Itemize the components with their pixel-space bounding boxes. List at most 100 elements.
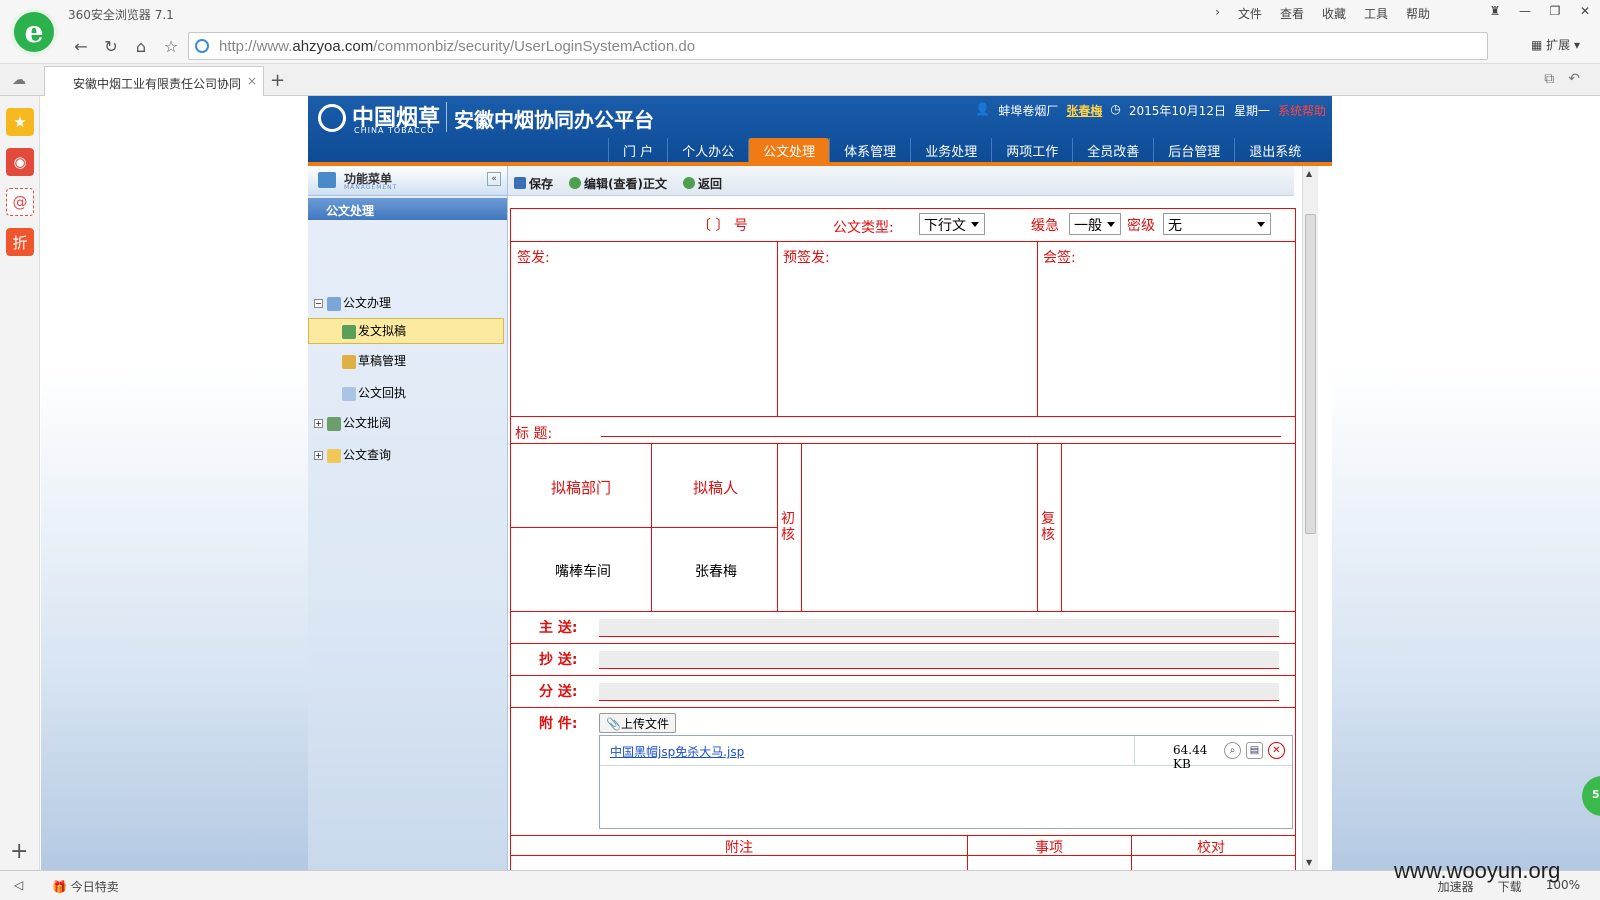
scroll-down-icon[interactable]: ▼ <box>1306 858 1312 867</box>
maximize-button[interactable]: ❐ <box>1540 0 1570 22</box>
collapse-icon[interactable]: − <box>314 299 323 308</box>
vertical-scrollbar[interactable]: ▲ ▼ <box>1302 166 1318 870</box>
tree-item-receipt[interactable]: 公文回执 <box>342 384 406 401</box>
favorites-icon[interactable]: ★ <box>6 108 34 136</box>
divider <box>1061 443 1062 611</box>
scroll-thumb[interactable] <box>1305 214 1316 534</box>
edit-body-button[interactable]: 编辑(查看)正文 <box>569 171 667 195</box>
copy-send-label: 抄 送: <box>539 652 578 668</box>
nav-personal[interactable]: 个人办公 <box>667 138 748 162</box>
undo-close-icon[interactable]: ↶ <box>1568 71 1580 87</box>
title-label: 标 题: <box>515 426 553 442</box>
restore-tabs-icon[interactable]: ⧉ <box>1544 71 1554 87</box>
menu-header: 功能菜单 MANAGEMENT « <box>308 166 507 196</box>
nav-business[interactable]: 业务处理 <box>910 138 991 162</box>
copy-send-input[interactable] <box>599 651 1279 669</box>
browser-title-bar: 360安全浏览器 7.1 › 文件 查看 收藏 工具 帮助 ♜ — ❐ ✕ <box>0 0 1600 28</box>
extensions-button[interactable]: ▦ 扩展 ▾ <box>1531 36 1580 53</box>
menu-section[interactable]: 公文处理 <box>308 198 507 220</box>
tobacco-logo-icon <box>318 102 346 132</box>
url-input[interactable]: http://www.ahzyoa.com/commonbiz/security… <box>188 32 1488 60</box>
save-icon <box>514 177 526 189</box>
browser-menu-view[interactable]: 查看 <box>1280 5 1304 22</box>
tree-group-review[interactable]: + 公文批阅 <box>314 414 391 431</box>
nav-system[interactable]: 体系管理 <box>829 138 910 162</box>
nav-two-works[interactable]: 两项工作 <box>991 138 1072 162</box>
tab-oa[interactable]: 安徽中烟工业有限责任公司协同 × <box>44 66 264 96</box>
folder-icon <box>327 448 341 463</box>
nav-portal[interactable]: 门 户 <box>608 138 667 162</box>
dist-send-input[interactable] <box>599 683 1279 701</box>
close-window-button[interactable]: ✕ <box>1570 0 1600 22</box>
tree-group-handling[interactable]: − 公文办理 <box>314 294 391 311</box>
url-text: http://www.ahzyoa.com/commonbiz/security… <box>219 38 696 55</box>
edit-icon <box>569 177 582 189</box>
browser-menu-arrow-icon[interactable]: › <box>1215 5 1220 22</box>
nav-logout[interactable]: 退出系统 <box>1234 138 1315 162</box>
draft-dept-value: 嘴棒车间 <box>555 564 611 580</box>
refresh-icon[interactable]: ↻ <box>98 34 124 58</box>
sidebar-add-icon[interactable]: + <box>10 839 28 864</box>
divider <box>777 241 778 417</box>
divider <box>1037 443 1038 611</box>
status-bar: ◁ 🎁 今日特卖 加速器 下载 100% <box>0 870 1600 900</box>
title-input[interactable] <box>601 421 1281 437</box>
divider <box>777 443 778 611</box>
help-link[interactable]: 系统帮助 <box>1278 102 1326 119</box>
delete-icon[interactable]: ✕ <box>1268 742 1285 759</box>
document-editor: 保存 编辑(查看)正文 返回 〔 〕 号 公文类型: 下行文 缓急 一般 密级 … <box>508 166 1332 870</box>
nav-documents[interactable]: 公文处理 <box>748 138 830 162</box>
tree-item-drafts[interactable]: 草稿管理 <box>342 352 406 369</box>
expand-icon[interactable]: + <box>314 419 323 428</box>
window-controls: ♜ — ❐ ✕ <box>1480 0 1600 22</box>
doc-type-select[interactable]: 下行文 <box>919 213 985 235</box>
mail-icon[interactable]: @ <box>6 188 34 216</box>
signature-row <box>511 241 1295 417</box>
minimize-button[interactable]: — <box>1510 0 1540 22</box>
second-review-label: 复核 <box>1041 511 1055 543</box>
attachment-label: 附 件: <box>539 716 578 732</box>
nav-improvement[interactable]: 全员改善 <box>1072 138 1153 162</box>
expand-icon[interactable]: + <box>314 451 323 460</box>
attachment-list: 中国黑帽jsp免杀大马.jsp 64.44 KB ⌕ ▤ ✕ <box>599 735 1293 829</box>
collapse-menu-icon[interactable]: « <box>487 172 501 186</box>
sidebar-toggle-icon[interactable]: ◁ <box>14 878 23 892</box>
discount-icon[interactable]: 折 <box>6 228 34 256</box>
save-button[interactable]: 保存 <box>514 171 553 195</box>
tab-bar: ☁ 安徽中烟工业有限责任公司协同 × + ⧉ ↶ <box>0 64 1600 96</box>
secret-select[interactable]: 无 <box>1163 213 1271 235</box>
tree-group-query[interactable]: + 公文查询 <box>314 446 391 463</box>
back-button[interactable]: 返回 <box>683 171 722 195</box>
browser-menu-file[interactable]: 文件 <box>1238 5 1262 22</box>
attachment-file-link[interactable]: 中国黑帽jsp免杀大马.jsp <box>610 743 744 760</box>
tab-close-icon[interactable]: × <box>247 74 257 88</box>
urgency-label: 缓急 <box>1031 218 1059 234</box>
home-icon[interactable]: ⌂ <box>128 34 154 58</box>
skin-icon[interactable]: ♜ <box>1480 0 1510 22</box>
star-icon[interactable]: ☆ <box>158 34 184 58</box>
divider <box>511 611 1295 612</box>
upload-file-button[interactable]: 📎上传文件 <box>599 713 676 733</box>
user-info: 👤 蚌埠卷烟厂 张春梅 ◷ 2015年10月12日 星期一 系统帮助 <box>975 102 1326 119</box>
browser-logo-icon[interactable]: e <box>10 8 58 56</box>
nav-admin[interactable]: 后台管理 <box>1153 138 1234 162</box>
user-name-link[interactable]: 张春梅 <box>1066 102 1102 119</box>
cloud-icon[interactable]: ☁ <box>12 72 26 88</box>
dist-send-label: 分 送: <box>539 684 578 700</box>
scroll-up-icon[interactable]: ▲ <box>1306 169 1312 178</box>
tree-item-draft[interactable]: 发文拟稿 <box>342 322 406 339</box>
back-icon[interactable]: ← <box>68 34 94 58</box>
drafter-value: 张春梅 <box>695 564 737 580</box>
return-icon <box>683 177 695 189</box>
browser-menu-favorites[interactable]: 收藏 <box>1322 5 1346 22</box>
new-tab-button[interactable]: + <box>270 70 285 91</box>
weibo-icon[interactable]: ◉ <box>6 148 34 176</box>
daily-deals-link[interactable]: 🎁 今日特卖 <box>52 878 119 895</box>
browser-menu-help[interactable]: 帮助 <box>1406 5 1430 22</box>
urgency-select[interactable]: 一般 <box>1069 213 1121 235</box>
preview-icon[interactable]: ⌕ <box>1224 742 1241 759</box>
browser-menu-tools[interactable]: 工具 <box>1364 5 1388 22</box>
divider <box>801 443 802 611</box>
main-send-input[interactable] <box>599 619 1279 637</box>
download-icon[interactable]: ▤ <box>1246 742 1263 759</box>
